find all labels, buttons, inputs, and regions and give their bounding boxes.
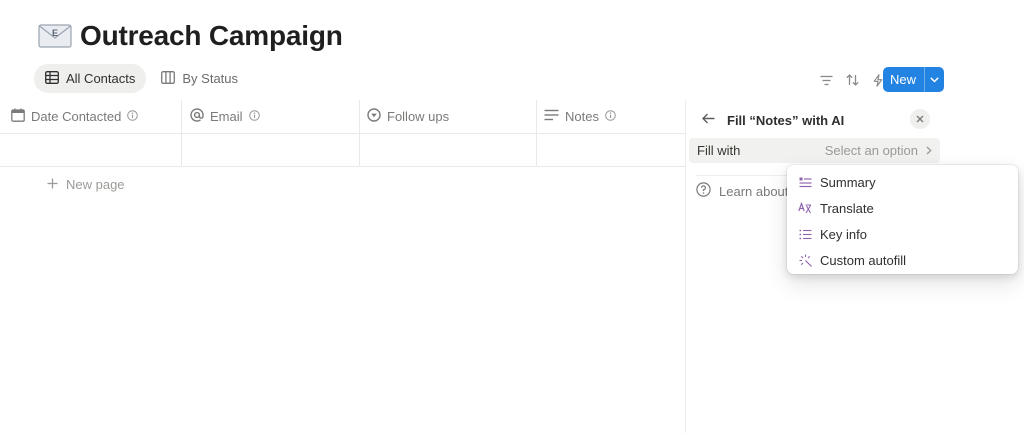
- page-header: E Outreach Campaign: [38, 20, 343, 52]
- fill-option-menu: Summary Translate Key info Custom autofi…: [787, 165, 1018, 274]
- plus-icon: [47, 177, 58, 192]
- column-header-label: Follow ups: [387, 109, 450, 124]
- menu-item-key-info[interactable]: Key info: [787, 221, 1018, 247]
- table-header: Date Contacted Email Follow ups Notes: [0, 100, 686, 134]
- menu-item-translate[interactable]: Translate: [787, 195, 1018, 221]
- back-arrow-icon[interactable]: [702, 111, 715, 129]
- tab-all-contacts[interactable]: All Contacts: [34, 64, 147, 93]
- new-page-button[interactable]: New page: [0, 167, 686, 201]
- column-header-notes[interactable]: Notes: [537, 100, 686, 133]
- text-lines-icon: [544, 109, 559, 124]
- table-cell[interactable]: [0, 134, 182, 166]
- fill-with-select[interactable]: Fill with Select an option: [689, 138, 940, 163]
- tab-by-status[interactable]: By Status: [150, 64, 249, 93]
- column-header-label: Date Contacted: [31, 109, 122, 124]
- svg-text:E: E: [52, 28, 58, 38]
- select-placeholder: Select an option: [824, 143, 918, 158]
- column-header-date-contacted[interactable]: Date Contacted: [0, 100, 182, 133]
- new-button-label[interactable]: New: [883, 67, 924, 92]
- new-page-label: New page: [66, 176, 125, 192]
- view-tabs: All Contacts By Status: [34, 64, 249, 93]
- fill-with-value[interactable]: Select an option: [825, 143, 932, 158]
- column-header-label: Notes: [565, 109, 599, 124]
- table-cell[interactable]: [360, 134, 537, 166]
- sort-icon[interactable]: [842, 68, 862, 92]
- page-title: Outreach Campaign: [80, 20, 343, 51]
- menu-item-label: Summary: [820, 174, 876, 190]
- envelope-icon[interactable]: E: [38, 23, 72, 49]
- translate-icon: [798, 201, 812, 215]
- info-icon[interactable]: [127, 109, 139, 124]
- fill-with-label: Fill with: [697, 143, 741, 158]
- table-cell[interactable]: [537, 134, 686, 166]
- table-cell[interactable]: [182, 134, 360, 166]
- status-icon: [367, 108, 381, 125]
- menu-item-label: Key info: [820, 226, 867, 242]
- info-icon[interactable]: [605, 109, 616, 124]
- help-icon: [696, 182, 711, 200]
- learn-about-label: Learn about: [719, 183, 789, 199]
- menu-item-label: Translate: [820, 200, 874, 216]
- chevron-down-icon[interactable]: [924, 67, 944, 92]
- board-icon: [161, 70, 176, 87]
- table-icon: [45, 70, 59, 87]
- summary-icon: [798, 175, 812, 189]
- info-icon[interactable]: [248, 109, 260, 124]
- column-header-label: Email: [210, 109, 243, 124]
- calendar-icon: [11, 108, 25, 125]
- table-row: [0, 134, 686, 167]
- database-table: Date Contacted Email Follow ups Notes Ne…: [0, 100, 686, 201]
- filter-icon[interactable]: [816, 68, 836, 92]
- panel-header: Fill “Notes” with AI: [702, 110, 932, 130]
- close-icon[interactable]: [910, 109, 930, 129]
- chevron-right-icon: [926, 143, 932, 158]
- menu-item-label: Custom autofill: [820, 252, 906, 268]
- at-icon: [190, 108, 204, 125]
- panel-title: Fill “Notes” with AI: [727, 112, 845, 128]
- menu-item-custom-autofill[interactable]: Custom autofill: [787, 247, 1018, 273]
- tab-label: By Status: [182, 71, 239, 86]
- column-header-email[interactable]: Email: [182, 100, 360, 133]
- learn-about-link[interactable]: Learn about: [696, 182, 788, 200]
- tab-label: All Contacts: [66, 71, 136, 86]
- new-button[interactable]: New: [883, 67, 944, 92]
- menu-item-summary[interactable]: Summary: [787, 169, 1018, 195]
- sparkle-icon: [798, 253, 812, 267]
- column-header-follow-ups[interactable]: Follow ups: [360, 100, 537, 133]
- list-icon: [798, 227, 812, 241]
